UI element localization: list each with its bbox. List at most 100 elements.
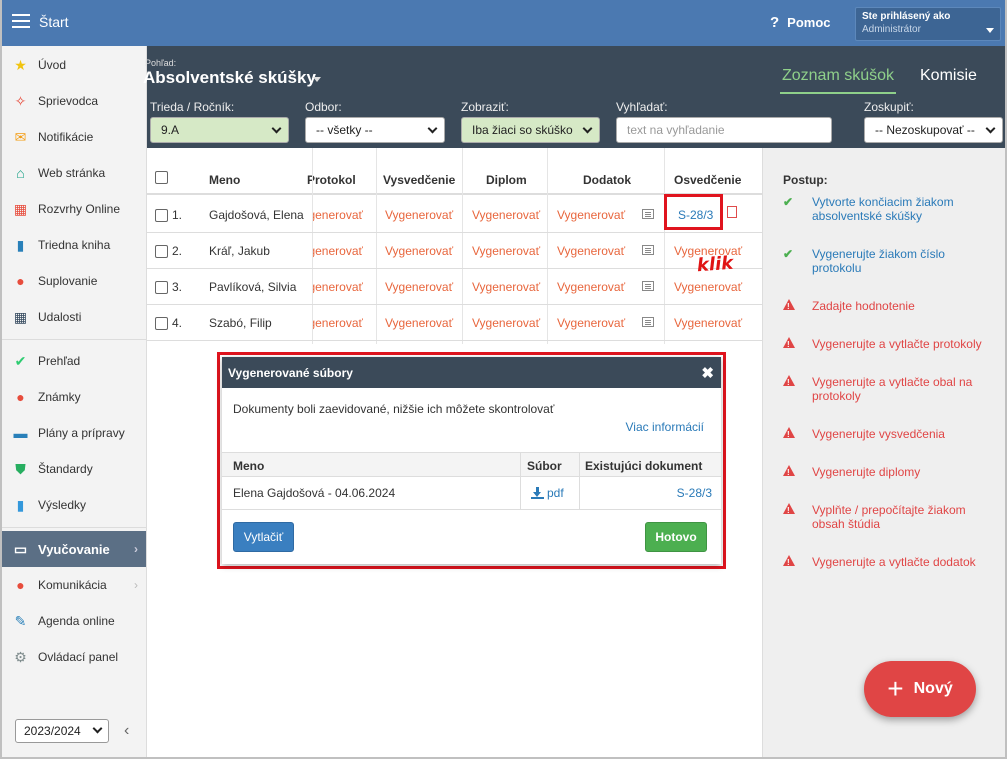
- step-item[interactable]: ✔ Vygenerujte žiakom číslo protokolu: [783, 247, 993, 275]
- row-checkbox[interactable]: [155, 245, 168, 258]
- generate-report-link[interactable]: Vygenerovať: [385, 316, 453, 330]
- col-report: Vysvedčenie: [383, 173, 456, 187]
- step-text: Zadajte hodnotenie: [812, 299, 915, 313]
- sidebar-item-13[interactable]: ▭ Vyučovanie ›: [0, 531, 146, 567]
- briefcase-icon: ▬: [13, 425, 28, 441]
- sidebar-item-16[interactable]: ⚙ Ovládací panel: [0, 639, 146, 675]
- check-icon: ✔: [783, 195, 794, 209]
- generate-diploma-link[interactable]: Vygenerovať: [472, 280, 540, 294]
- sidebar-item-label: Sprievodca: [38, 94, 99, 108]
- sidebar-item-11[interactable]: ⛊ Štandardy: [0, 451, 146, 487]
- sidebar-item-12[interactable]: ▮ Výsledky: [0, 487, 146, 523]
- book-icon: ▮: [16, 236, 25, 253]
- person-icon: ●: [16, 273, 25, 289]
- pdf-download-link[interactable]: pdf: [531, 486, 564, 500]
- group-select[interactable]: -- Nezoskupovať --: [864, 117, 1003, 143]
- sidebar-item-7[interactable]: ▦ Udalosti: [0, 299, 146, 335]
- new-button[interactable]: + Nový: [864, 661, 976, 717]
- chevron-down-icon[interactable]: [313, 77, 321, 82]
- generate-protocol-link[interactable]: Vygenerovať: [313, 244, 363, 258]
- highlight-box: [664, 194, 723, 230]
- document-list-icon[interactable]: [642, 245, 654, 255]
- sidebar-divider: [0, 339, 146, 340]
- chevron-right-icon: ›: [134, 578, 138, 592]
- document-list-icon[interactable]: [642, 209, 654, 219]
- select-all-checkbox[interactable]: [155, 171, 168, 184]
- col-certificate: Osvedčenie: [674, 173, 742, 187]
- view-title[interactable]: Absolventské skúšky: [143, 68, 316, 88]
- wand-icon: ✧: [14, 92, 27, 109]
- generate-protocol-link[interactable]: Vygenerovať: [313, 280, 363, 294]
- col-name: Meno: [209, 173, 241, 187]
- dialog-title: Vygenerované súbory: [228, 366, 353, 380]
- generate-supplement-link[interactable]: Vygenerovať: [557, 280, 625, 294]
- sidebar-item-10[interactable]: ▬ Plány a prípravy: [0, 415, 146, 451]
- sidebar-item-2[interactable]: ✉ Notifikácie: [0, 119, 146, 155]
- step-text: Vyplňte / prepočítajte žiakom obsah štúd…: [812, 503, 966, 531]
- sidebar-item-14[interactable]: ● Komunikácia ›: [0, 567, 146, 603]
- certificate-link[interactable]: Vygenerovať: [674, 280, 742, 294]
- student-name: Kráľ, Jakub: [209, 244, 270, 258]
- search-input[interactable]: text na vyhľadanie: [616, 117, 832, 143]
- sidebar-item-0[interactable]: ★ Úvod: [0, 47, 146, 83]
- sidebar-item-1[interactable]: ✧ Sprievodca: [0, 83, 146, 119]
- hamburger-menu-icon[interactable]: [12, 14, 30, 28]
- generated-files-dialog: Vygenerované súbory ✖ Dokumenty boli zae…: [222, 357, 721, 564]
- document-list-icon[interactable]: [642, 281, 654, 291]
- sidebar-item-6[interactable]: ● Suplovanie: [0, 263, 146, 299]
- view-label: Pohľad:: [145, 58, 177, 68]
- school-year-select[interactable]: 2023/2024: [15, 719, 109, 743]
- certificate-link[interactable]: Vygenerovať: [674, 316, 742, 330]
- row-checkbox[interactable]: [155, 317, 168, 330]
- calendar-icon: ▦: [13, 308, 28, 325]
- generate-report-link[interactable]: Vygenerovať: [385, 244, 453, 258]
- generate-protocol-link[interactable]: Vygenerovať: [313, 316, 363, 330]
- generate-report-link[interactable]: Vygenerovať: [385, 208, 453, 222]
- document-list-icon[interactable]: [642, 317, 654, 327]
- generate-supplement-link[interactable]: Vygenerovať: [557, 208, 625, 222]
- tab-exam-list[interactable]: Zoznam skúšok: [780, 67, 896, 94]
- print-button[interactable]: Vytlačiť: [233, 522, 294, 552]
- row-checkbox[interactable]: [155, 209, 168, 222]
- sidebar-item-label: Úvod: [38, 58, 67, 72]
- sidebar-item-5[interactable]: ▮ Triedna kniha: [0, 227, 146, 263]
- sidebar-item-15[interactable]: ✎ Agenda online: [0, 603, 146, 639]
- chat-icon: ●: [16, 577, 25, 593]
- collapse-sidebar-icon[interactable]: ‹: [124, 722, 129, 740]
- sidebar-item-3[interactable]: ⌂ Web stránka: [0, 155, 146, 191]
- sidebar-item-4[interactable]: ▦ Rozvrhy Online: [0, 191, 146, 227]
- more-info-link[interactable]: Viac informácií: [626, 420, 704, 434]
- sidebar-item-label: Plány a prípravy: [38, 426, 125, 440]
- generate-supplement-link[interactable]: Vygenerovať: [557, 244, 625, 258]
- generate-diploma-link[interactable]: Vygenerovať: [472, 208, 540, 222]
- files-table-header: Meno Súbor Existujúci dokument: [222, 452, 721, 477]
- pdf-icon[interactable]: [727, 206, 737, 218]
- gear-icon: ⚙: [14, 648, 27, 665]
- field-select[interactable]: -- všetky --: [305, 117, 445, 143]
- dialog-header: Vygenerované súbory ✖: [222, 357, 721, 388]
- show-select[interactable]: Iba žiaci so skúško: [461, 117, 600, 143]
- class-select[interactable]: 9.A: [150, 117, 289, 143]
- user-menu[interactable]: Ste prihlásený ako Administrátor: [855, 7, 1001, 41]
- sidebar-item-9[interactable]: ● Známky: [0, 379, 146, 415]
- close-icon[interactable]: ✖: [701, 364, 714, 382]
- step-item: Vygenerujte diplomy: [783, 465, 993, 480]
- window-frame: [0, 0, 2, 759]
- col-name: Meno: [233, 459, 265, 473]
- existing-doc-link[interactable]: S-28/3: [677, 486, 712, 500]
- generate-diploma-link[interactable]: Vygenerovať: [472, 316, 540, 330]
- step-item: Vygenerujte a vytlačte protokoly: [783, 337, 993, 352]
- login-label: Ste prihlásený ako: [862, 11, 951, 22]
- generate-supplement-link[interactable]: Vygenerovať: [557, 316, 625, 330]
- help-link[interactable]: ? Pomoc: [770, 14, 831, 31]
- app-title[interactable]: Štart: [39, 14, 69, 30]
- generate-diploma-link[interactable]: Vygenerovať: [472, 244, 540, 258]
- done-button[interactable]: Hotovo: [645, 522, 707, 552]
- step-text: Vygenerujte vysvedčenia: [812, 427, 945, 441]
- generate-protocol-link[interactable]: Vygenerovať: [313, 208, 363, 222]
- tab-commissions[interactable]: Komisie: [920, 67, 977, 85]
- sidebar-item-8[interactable]: ✔ Prehľad: [0, 343, 146, 379]
- step-item[interactable]: ✔ Vytvorte končiacim žiakom absolventské …: [783, 195, 993, 223]
- row-checkbox[interactable]: [155, 281, 168, 294]
- generate-report-link[interactable]: Vygenerovať: [385, 280, 453, 294]
